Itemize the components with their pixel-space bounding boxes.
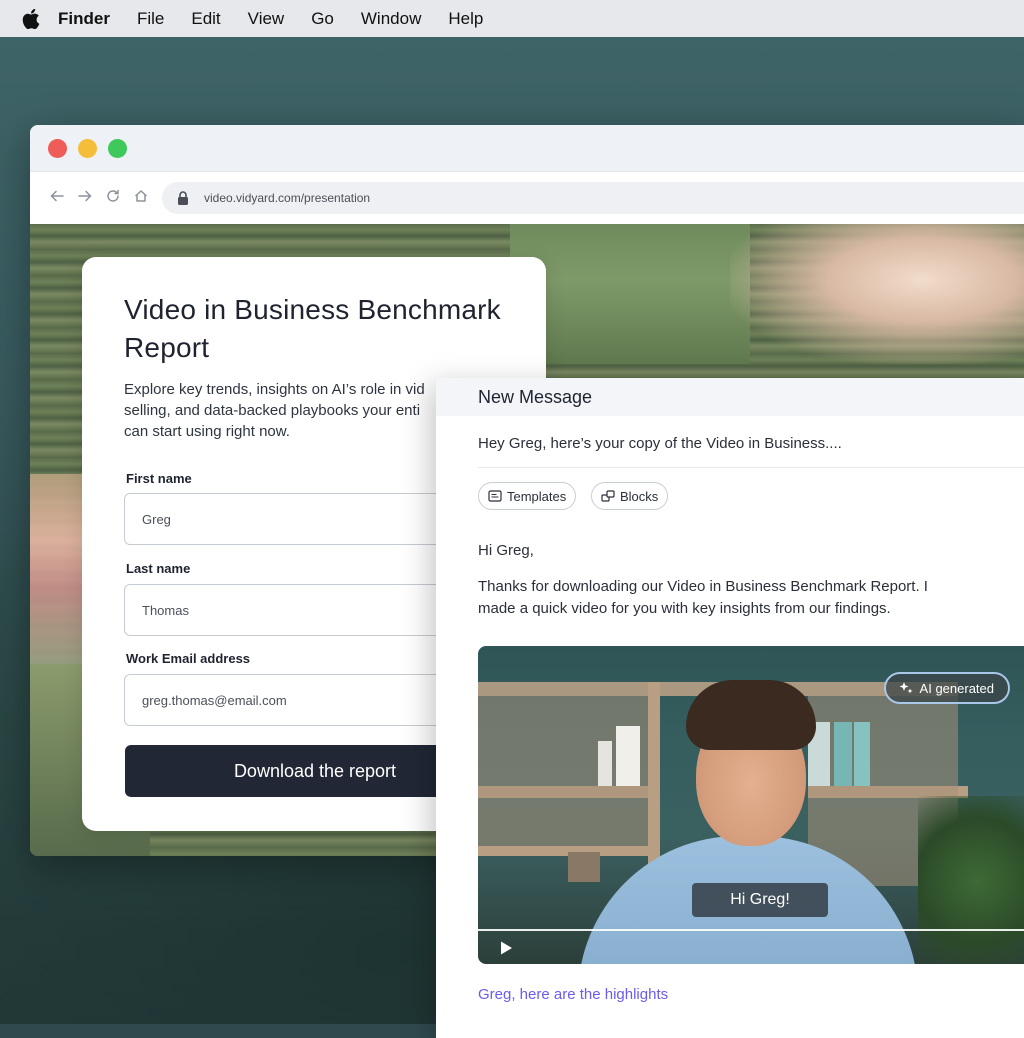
address-bar[interactable]: video.vidyard.com/presentation <box>162 182 1024 214</box>
menu-bar: Finder File Edit View Go Window Help <box>0 0 1024 37</box>
book <box>854 722 870 786</box>
sparkle-icon <box>899 682 913 694</box>
menu-view[interactable]: View <box>248 9 285 29</box>
subject-field[interactable]: Hey Greg, here’s your copy of the Video … <box>478 435 842 452</box>
minimize-window-button[interactable] <box>78 139 97 158</box>
zoom-window-button[interactable] <box>108 139 127 158</box>
message-body: Thanks for downloading our Video in Busi… <box>478 578 928 617</box>
report-title: Video in Business Benchmark Report <box>124 294 501 363</box>
picture-frame <box>568 852 600 882</box>
templates-label: Templates <box>507 488 567 504</box>
book <box>616 726 640 786</box>
plant <box>918 796 1024 964</box>
shelf <box>648 682 660 882</box>
back-arrow-icon[interactable] <box>48 188 66 206</box>
blocks-icon <box>601 490 615 502</box>
background-blur <box>510 224 750 364</box>
reload-icon[interactable] <box>104 188 122 206</box>
video-thumbnail[interactable]: AI generated Hi Greg! <box>478 646 1024 964</box>
first-name-label: First name <box>126 471 192 486</box>
compose-header: New Message <box>436 378 1024 416</box>
url-text: video.vidyard.com/presentation <box>204 191 371 205</box>
menu-file[interactable]: File <box>137 9 164 29</box>
email-label: Work Email address <box>126 651 251 666</box>
book <box>598 741 612 786</box>
menu-finder[interactable]: Finder <box>58 9 110 29</box>
template-icon <box>488 490 502 502</box>
templates-button[interactable]: Templates <box>478 482 577 510</box>
menu-help[interactable]: Help <box>448 9 483 29</box>
last-name-label: Last name <box>126 561 191 576</box>
menu-edit[interactable]: Edit <box>191 9 220 29</box>
browser-toolbar: video.vidyard.com/presentation <box>30 171 1024 225</box>
new-message-panel: New Message Hey Greg, here’s your copy o… <box>436 378 1024 1038</box>
ai-generated-badge: AI generated <box>883 672 1010 704</box>
home-icon[interactable] <box>132 188 150 206</box>
video-caption: Hi Greg! <box>692 883 828 917</box>
menu-go[interactable]: Go <box>311 9 334 29</box>
menu-window[interactable]: Window <box>361 9 421 29</box>
message-greeting: Hi Greg, <box>478 542 534 559</box>
lock-icon <box>176 190 190 206</box>
background-blur <box>730 224 1024 364</box>
apple-icon[interactable] <box>22 8 42 30</box>
play-icon[interactable] <box>498 940 514 956</box>
video-progress-bar[interactable] <box>478 929 1024 931</box>
divider <box>478 467 1024 468</box>
presenter-hair <box>686 680 816 750</box>
close-window-button[interactable] <box>48 139 67 158</box>
highlights-link[interactable]: Greg, here are the highlights <box>478 986 668 1003</box>
forward-arrow-icon[interactable] <box>76 188 94 206</box>
ai-generated-label: AI generated <box>919 680 994 696</box>
browser-titlebar <box>30 125 1024 171</box>
blocks-label: Blocks <box>620 488 659 504</box>
book <box>834 722 852 786</box>
compose-title: New Message <box>478 387 593 407</box>
blocks-button[interactable]: Blocks <box>591 482 669 510</box>
